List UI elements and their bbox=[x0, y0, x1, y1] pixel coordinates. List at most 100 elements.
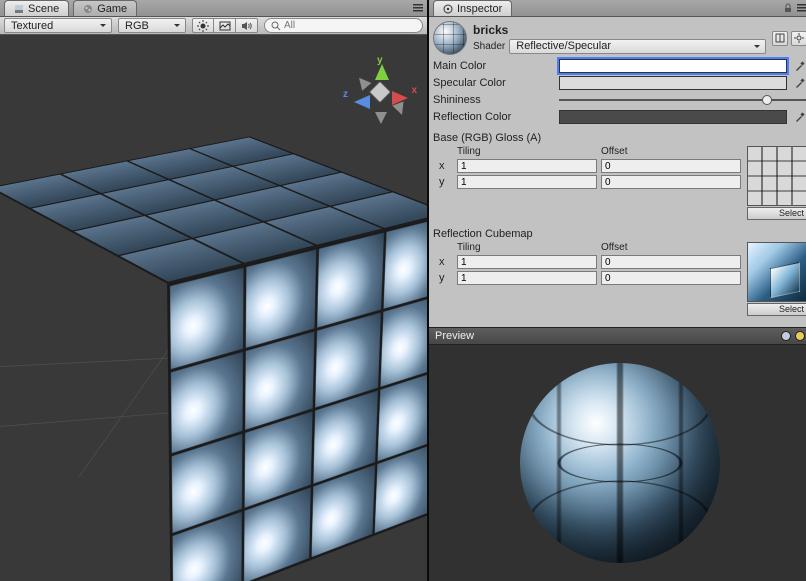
shader-label: Shader bbox=[473, 41, 505, 52]
gizmo-cone-z[interactable] bbox=[347, 95, 370, 109]
cubemap-tiling-x[interactable] bbox=[457, 255, 597, 269]
specular-color-swatch[interactable] bbox=[559, 76, 787, 90]
tab-inspector-label: Inspector bbox=[457, 3, 502, 15]
cubemap-tiling-y[interactable] bbox=[457, 271, 597, 285]
lock-toggle[interactable] bbox=[783, 3, 793, 13]
tab-scene[interactable]: Scene bbox=[4, 0, 69, 16]
base-tex-section: Tiling Offset x y Select bbox=[433, 146, 806, 220]
base-tex-thumbnail[interactable] bbox=[747, 146, 806, 206]
menu-icon bbox=[797, 3, 806, 13]
base-tiling-y[interactable] bbox=[457, 175, 597, 189]
eyedropper-icon bbox=[794, 111, 806, 123]
scene-toolbar: Textured RGB bbox=[0, 17, 427, 35]
scene-viewport[interactable]: y x z bbox=[0, 35, 427, 581]
render-mode-value: Textured bbox=[11, 20, 53, 32]
cubemap-thumbnail[interactable] bbox=[747, 242, 806, 302]
search-icon bbox=[271, 21, 281, 31]
shininess-slider[interactable] bbox=[559, 93, 806, 107]
cubemap-offset-y[interactable] bbox=[601, 271, 741, 285]
book-icon bbox=[775, 33, 785, 43]
material-header: bricks Shader Reflective/Specular bbox=[433, 21, 806, 55]
eyedropper-icon bbox=[794, 60, 806, 72]
scene-cube[interactable] bbox=[54, 192, 374, 512]
cubemap-y-label: y bbox=[439, 272, 453, 284]
inspector-icon bbox=[443, 4, 453, 14]
material-name: bricks bbox=[473, 23, 766, 37]
reflection-color-eyedropper[interactable] bbox=[793, 110, 806, 124]
image-icon bbox=[219, 20, 231, 32]
specular-color-label: Specular Color bbox=[433, 77, 553, 89]
inspector-body: bricks Shader Reflective/Specular Main C… bbox=[429, 17, 806, 327]
scene-tabbar: Scene Game bbox=[0, 0, 427, 17]
base-offset-header: Offset bbox=[601, 146, 741, 157]
scene-tab-menu[interactable] bbox=[413, 0, 423, 16]
cubemap-offset-x[interactable] bbox=[601, 255, 741, 269]
tab-scene-label: Scene bbox=[28, 3, 59, 15]
gizmo-cone-gray[interactable] bbox=[375, 112, 387, 130]
main-color-label: Main Color bbox=[433, 60, 553, 72]
audio-toggle[interactable] bbox=[236, 18, 258, 33]
scene-search[interactable] bbox=[264, 18, 423, 33]
base-tex-select[interactable]: Select bbox=[747, 207, 806, 220]
specular-color-eyedropper[interactable] bbox=[793, 76, 806, 90]
preview-warm-dot[interactable] bbox=[795, 331, 805, 341]
color-mode-dropdown[interactable]: RGB bbox=[118, 18, 186, 33]
inspector-pane: Inspector bricks Shader Reflective/Specu… bbox=[429, 0, 806, 581]
eyedropper-icon bbox=[794, 77, 806, 89]
preview-title: Preview bbox=[435, 330, 474, 342]
skybox-toggle[interactable] bbox=[214, 18, 236, 33]
gizmo-label-y: y bbox=[377, 55, 383, 66]
cubemap-title: Reflection Cubemap bbox=[433, 228, 806, 240]
scene-toggle-group bbox=[192, 18, 258, 33]
tab-inspector[interactable]: Inspector bbox=[433, 0, 512, 16]
base-offset-x[interactable] bbox=[601, 159, 741, 173]
cubemap-section: Tiling Offset x y Select bbox=[433, 242, 806, 316]
gizmo-center[interactable] bbox=[369, 81, 392, 104]
reflection-color-swatch[interactable] bbox=[559, 110, 787, 124]
help-button[interactable] bbox=[772, 31, 788, 46]
base-tiling-header: Tiling bbox=[457, 146, 597, 157]
preview-light-dot[interactable] bbox=[781, 331, 791, 341]
tab-game[interactable]: Game bbox=[73, 0, 137, 16]
tab-game-label: Game bbox=[97, 3, 127, 15]
shininess-label: Shininess bbox=[433, 94, 553, 106]
cubemap-tiling-header: Tiling bbox=[457, 242, 597, 253]
inspector-tab-menu[interactable] bbox=[797, 3, 806, 13]
preview-header: Preview bbox=[429, 327, 806, 345]
color-mode-value: RGB bbox=[125, 20, 149, 32]
main-color-eyedropper[interactable] bbox=[793, 59, 806, 73]
render-mode-dropdown[interactable]: Textured bbox=[4, 18, 112, 33]
base-tiling-x[interactable] bbox=[457, 159, 597, 173]
shininess-prop: Shininess bbox=[433, 93, 806, 107]
main-color-prop: Main Color bbox=[433, 59, 806, 73]
orientation-gizmo[interactable]: y x z bbox=[345, 57, 415, 127]
gizmo-label-z: z bbox=[343, 89, 348, 100]
base-tex-title: Base (RGB) Gloss (A) bbox=[433, 132, 806, 144]
base-offset-y[interactable] bbox=[601, 175, 741, 189]
shader-dropdown[interactable]: Reflective/Specular bbox=[509, 39, 766, 54]
base-y-label: y bbox=[439, 176, 453, 188]
inspector-tabbar: Inspector bbox=[429, 0, 806, 17]
game-icon bbox=[83, 4, 93, 14]
lighting-toggle[interactable] bbox=[192, 18, 214, 33]
reflection-color-label: Reflection Color bbox=[433, 111, 553, 123]
scene-icon bbox=[14, 4, 24, 14]
gizmo-label-x: x bbox=[411, 85, 417, 96]
cubemap-offset-header: Offset bbox=[601, 242, 741, 253]
main-color-swatch[interactable] bbox=[559, 59, 787, 73]
specular-color-prop: Specular Color bbox=[433, 76, 806, 90]
cubemap-x-label: x bbox=[439, 256, 453, 268]
audio-icon bbox=[241, 20, 253, 32]
cubemap-select[interactable]: Select bbox=[747, 303, 806, 316]
preview-sphere[interactable] bbox=[520, 363, 720, 563]
settings-button[interactable] bbox=[791, 31, 806, 46]
lock-icon bbox=[783, 3, 793, 13]
scene-search-input[interactable] bbox=[284, 20, 416, 31]
reflection-color-prop: Reflection Color bbox=[433, 110, 806, 124]
sun-icon bbox=[197, 20, 209, 32]
scene-pane: Scene Game Textured RGB bbox=[0, 0, 429, 581]
gizmo-cone-gray[interactable] bbox=[351, 69, 372, 91]
material-preview-icon bbox=[433, 21, 467, 55]
preview-viewport[interactable] bbox=[429, 345, 806, 581]
base-x-label: x bbox=[439, 160, 453, 172]
